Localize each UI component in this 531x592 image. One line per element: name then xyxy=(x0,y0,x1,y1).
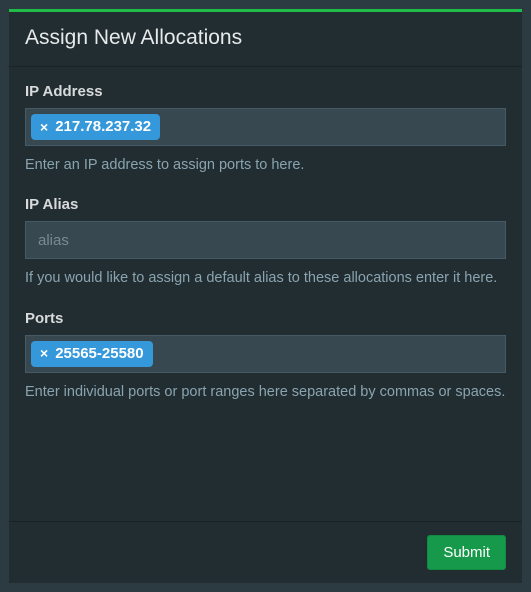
ports-label: Ports xyxy=(25,310,506,327)
ports-tag-text: 25565-25580 xyxy=(55,345,143,362)
submit-button[interactable]: Submit xyxy=(427,535,506,570)
ip-alias-group: IP Alias If you would like to assign a d… xyxy=(25,196,506,289)
ports-input[interactable]: × 25565-25580 xyxy=(25,335,506,373)
ip-alias-help: If you would like to assign a default al… xyxy=(25,267,506,289)
ip-address-input[interactable]: × 217.78.237.32 xyxy=(25,108,506,146)
ip-address-label: IP Address xyxy=(25,83,506,100)
panel-footer: Submit xyxy=(9,521,522,583)
close-icon[interactable]: × xyxy=(40,120,48,134)
ip-alias-input[interactable] xyxy=(25,221,506,259)
assign-allocations-panel: Assign New Allocations IP Address × 217.… xyxy=(9,9,522,583)
ip-address-tag-text: 217.78.237.32 xyxy=(55,118,151,135)
ip-alias-label: IP Alias xyxy=(25,196,506,213)
ip-address-help: Enter an IP address to assign ports to h… xyxy=(25,154,506,176)
close-icon[interactable]: × xyxy=(40,346,48,360)
ports-help: Enter individual ports or port ranges he… xyxy=(25,381,506,403)
panel-title: Assign New Allocations xyxy=(25,26,506,50)
ports-tag[interactable]: × 25565-25580 xyxy=(31,341,153,367)
ip-address-group: IP Address × 217.78.237.32 Enter an IP a… xyxy=(25,83,506,176)
panel-header: Assign New Allocations xyxy=(9,12,522,67)
panel-body: IP Address × 217.78.237.32 Enter an IP a… xyxy=(9,67,522,521)
ports-group: Ports × 25565-25580 Enter individual por… xyxy=(25,310,506,403)
ip-address-tag[interactable]: × 217.78.237.32 xyxy=(31,114,160,140)
